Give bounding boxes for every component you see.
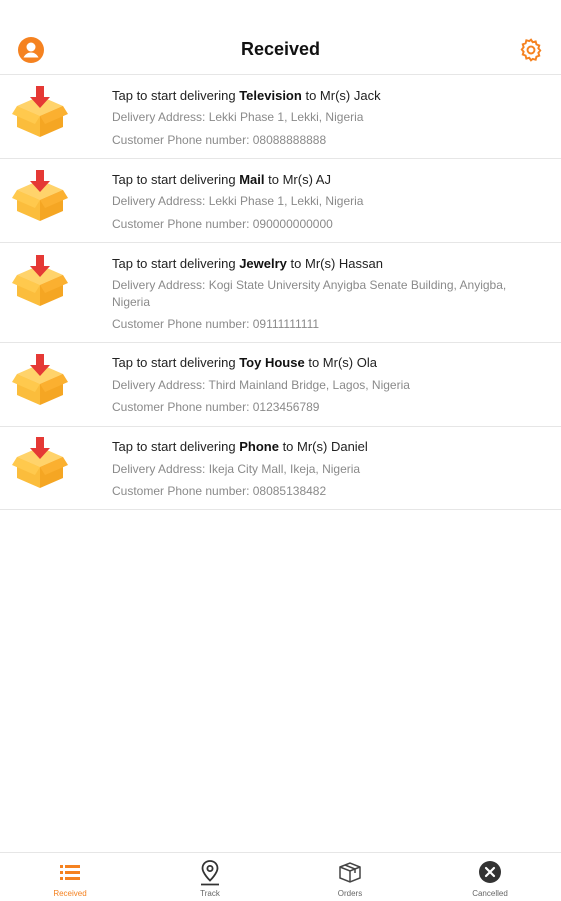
delivery-row[interactable]: Tap to start delivering Jewelry to Mr(s)… — [0, 243, 561, 343]
delivery-title: Tap to start delivering Mail to Mr(s) AJ — [112, 172, 331, 187]
delivery-row[interactable]: Tap to start delivering Toy House to Mr(… — [0, 343, 561, 427]
package-download-icon — [12, 352, 68, 408]
delivery-address: Delivery Address: Ikeja City Mall, Ikeja… — [112, 462, 361, 476]
nav-cancelled[interactable]: Cancelled — [420, 853, 560, 901]
delivery-title: Tap to start delivering Phone to Mr(s) D… — [112, 439, 368, 454]
item-name: Television — [239, 88, 302, 103]
delivery-address: Delivery Address: Kogi State University … — [112, 278, 507, 309]
delivery-title: Tap to start delivering Toy House to Mr(… — [112, 355, 377, 370]
delivery-address: Delivery Address: Lekki Phase 1, Lekki, … — [112, 194, 364, 208]
customer-phone: Customer Phone number: 090000000000 — [112, 217, 333, 231]
nav-label: Received — [53, 889, 87, 898]
nav-track[interactable]: Track — [140, 853, 280, 901]
nav-label: Cancelled — [472, 889, 508, 898]
app-header: Received — [0, 0, 561, 75]
nav-orders[interactable]: Orders — [280, 853, 420, 901]
delivery-row[interactable]: Tap to start delivering Mail to Mr(s) AJ… — [0, 159, 561, 243]
customer-phone: Customer Phone number: 08085138482 — [112, 484, 327, 498]
nav-label: Track — [200, 889, 220, 898]
delivery-row[interactable]: Tap to start delivering Phone to Mr(s) D… — [0, 427, 561, 510]
delivery-title: Tap to start delivering Jewelry to Mr(s)… — [112, 256, 383, 271]
package-download-icon — [12, 435, 68, 491]
customer-phone: Customer Phone number: 08088888888 — [112, 133, 327, 147]
delivery-row[interactable]: Tap to start delivering Television to Mr… — [0, 75, 561, 159]
delivery-address: Delivery Address: Lekki Phase 1, Lekki, … — [112, 110, 364, 124]
item-name: Mail — [239, 172, 265, 187]
delivery-title: Tap to start delivering Television to Mr… — [112, 88, 381, 103]
package-download-icon — [12, 168, 68, 224]
bottom-navigation: Received Track Orders Cancelled — [0, 852, 561, 901]
customer-phone: Customer Phone number: 0123456789 — [112, 400, 320, 414]
item-name: Jewelry — [239, 256, 287, 271]
nav-received[interactable]: Received — [0, 853, 140, 901]
delivery-list: Tap to start delivering Television to Mr… — [0, 75, 561, 510]
item-name: Toy House — [239, 355, 305, 370]
nav-label: Orders — [337, 889, 363, 898]
delivery-address: Delivery Address: Third Mainland Bridge,… — [112, 378, 410, 392]
page-title: Received — [240, 39, 321, 59]
package-download-icon — [12, 84, 68, 140]
package-download-icon — [12, 253, 68, 309]
gear-icon[interactable] — [518, 37, 544, 63]
customer-phone: Customer Phone number: 09111111111 — [112, 317, 320, 331]
item-name: Phone — [239, 439, 279, 454]
